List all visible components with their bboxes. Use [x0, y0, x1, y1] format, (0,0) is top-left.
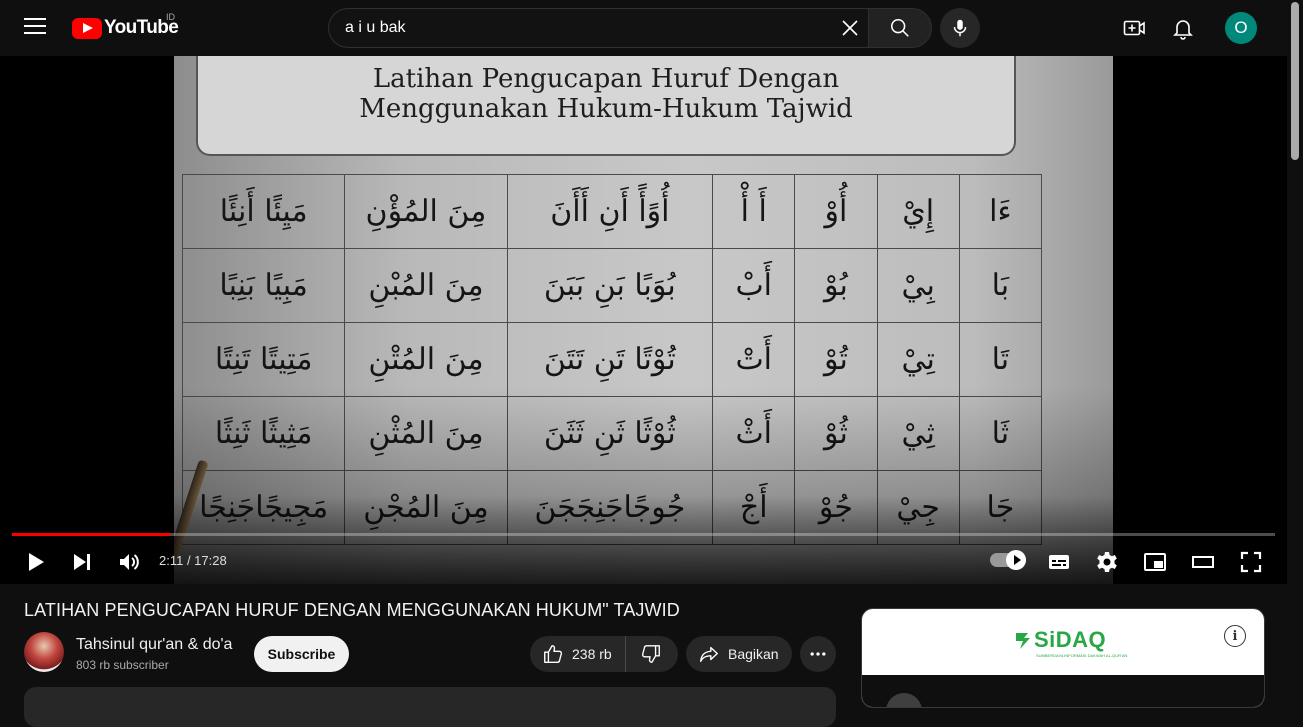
- close-icon: [842, 20, 858, 36]
- clear-search-button[interactable]: [838, 16, 862, 40]
- page-scrollbar[interactable]: [1287, 0, 1303, 697]
- next-button[interactable]: [70, 550, 94, 574]
- ad-details: [862, 675, 1264, 707]
- notifications-button[interactable]: [1171, 16, 1195, 40]
- voice-search-button[interactable]: [940, 8, 980, 48]
- mic-icon: [953, 19, 967, 37]
- table-cell: إِيْ: [876, 174, 960, 249]
- time-display: 2:11 / 17:28: [159, 553, 227, 568]
- description-box[interactable]: [24, 687, 836, 727]
- subscriber-count: 803 rb subscriber: [76, 658, 169, 672]
- ad-tagline: SUMBERDAYA INFORMASI DAKWAH AL-QUR'AN: [1036, 653, 1128, 658]
- country-code: ID: [166, 12, 175, 22]
- bell-icon: [1173, 20, 1193, 40]
- like-dislike-group: 238 rb: [530, 636, 678, 672]
- menu-icon[interactable]: [24, 18, 46, 36]
- dislike-button[interactable]: [626, 636, 676, 672]
- table-cell: مِنَ المُؤْنِ: [344, 174, 508, 249]
- table-cell: ءَا: [958, 174, 1043, 249]
- table-row: ءَا إِيْ أُوْ أَ أْ أُوًأً أَنِ أَأَنَ مِنَ ا…: [181, 174, 1043, 249]
- search-box: [328, 8, 869, 48]
- subtitles-button[interactable]: [1047, 550, 1071, 574]
- channel-avatar[interactable]: [24, 632, 64, 672]
- create-icon: [1123, 20, 1145, 36]
- subtitles-icon: [1049, 555, 1069, 569]
- share-button[interactable]: Bagikan: [686, 636, 792, 672]
- share-icon: [700, 646, 718, 663]
- table-cell: أُوْ: [794, 174, 878, 249]
- sidaq-logo-icon: [1016, 633, 1030, 649]
- table-cell: مَيِئًا أَنِئًا: [181, 174, 346, 249]
- table-cell: أَبْ: [712, 248, 796, 323]
- scrollbar-thumb[interactable]: [1291, 2, 1299, 160]
- miniplayer-icon: [1144, 553, 1166, 571]
- video-player[interactable]: Latihan Pengucapan Huruf Dengan Mengguna…: [0, 56, 1287, 584]
- banner-line-1: Latihan Pengucapan Huruf Dengan: [372, 64, 840, 94]
- theater-mode-button[interactable]: [1191, 550, 1215, 574]
- table-cell: أُوًأً أَنِ أَأَنَ: [506, 174, 714, 249]
- table-row: بَا بِيْ بُوْ أَبْ بُوَبًا بَنِ بَبَنَ مِنَ ا…: [181, 248, 1043, 323]
- video-banner: Latihan Pengucapan Huruf Dengan Mengguna…: [196, 56, 1016, 156]
- more-actions-button[interactable]: [800, 636, 836, 672]
- search-button[interactable]: [868, 8, 932, 48]
- ad-card[interactable]: SiDAQ SUMBERDAYA INFORMASI DAKWAH AL-QUR…: [861, 608, 1265, 708]
- like-count: 238 rb: [572, 646, 612, 662]
- more-horiz-icon: [810, 652, 826, 656]
- channel-name[interactable]: Tahsinul qur'an & do'a: [76, 636, 232, 654]
- youtube-logo[interactable]: YouTube ID: [72, 12, 179, 39]
- gear-icon: [1097, 552, 1117, 572]
- play-button[interactable]: [24, 550, 48, 574]
- skip-next-icon: [74, 554, 90, 570]
- autoplay-toggle[interactable]: [990, 550, 1026, 570]
- share-label: Bagikan: [728, 646, 779, 662]
- progress-bar[interactable]: [12, 533, 1275, 536]
- play-icon: [29, 553, 44, 571]
- create-button[interactable]: [1122, 16, 1146, 40]
- table-cell: أَ أْ: [712, 174, 796, 249]
- like-button[interactable]: 238 rb: [530, 636, 626, 672]
- fullscreen-button[interactable]: [1239, 550, 1263, 574]
- table-cell: بُوْ: [794, 248, 878, 323]
- table-cell: بَا: [958, 248, 1043, 323]
- youtube-play-icon: [72, 17, 102, 39]
- masthead: YouTube ID O: [0, 0, 1287, 56]
- account-avatar[interactable]: O: [1225, 12, 1257, 44]
- subscribe-button[interactable]: Subscribe: [254, 636, 349, 672]
- miniplayer-button[interactable]: [1143, 550, 1167, 574]
- autoplay-icon: [1006, 550, 1026, 570]
- thumbs-up-icon: [544, 645, 563, 663]
- ad-logo: SiDAQ SUMBERDAYA INFORMASI DAKWAH AL-QUR…: [1014, 627, 1127, 658]
- banner-line-2: Menggunakan Hukum-Hukum Tajwid: [359, 94, 853, 124]
- ad-brand: SiDAQ: [1034, 627, 1107, 652]
- ad-info-icon[interactable]: i: [1224, 625, 1246, 647]
- search-input[interactable]: [345, 19, 825, 37]
- table-cell: بِيْ: [876, 248, 960, 323]
- controls-gradient: [0, 496, 1287, 584]
- progress-played: [12, 533, 170, 536]
- thumbs-down-icon: [641, 645, 660, 663]
- table-cell: مَبِيًا بَنِبًا: [181, 248, 346, 323]
- volume-button[interactable]: [117, 550, 141, 574]
- search-icon: [890, 18, 909, 37]
- fullscreen-icon: [1240, 551, 1262, 573]
- video-title: LATIHAN PENGUCAPAN HURUF DENGAN MENGGUNA…: [24, 600, 680, 620]
- settings-button[interactable]: [1095, 550, 1119, 574]
- table-cell: بُوَبًا بَنِ بَبَنَ: [506, 248, 714, 323]
- table-cell: مِنَ المُبْنِ: [344, 248, 508, 323]
- volume-icon: [120, 554, 139, 570]
- theater-icon: [1192, 556, 1214, 568]
